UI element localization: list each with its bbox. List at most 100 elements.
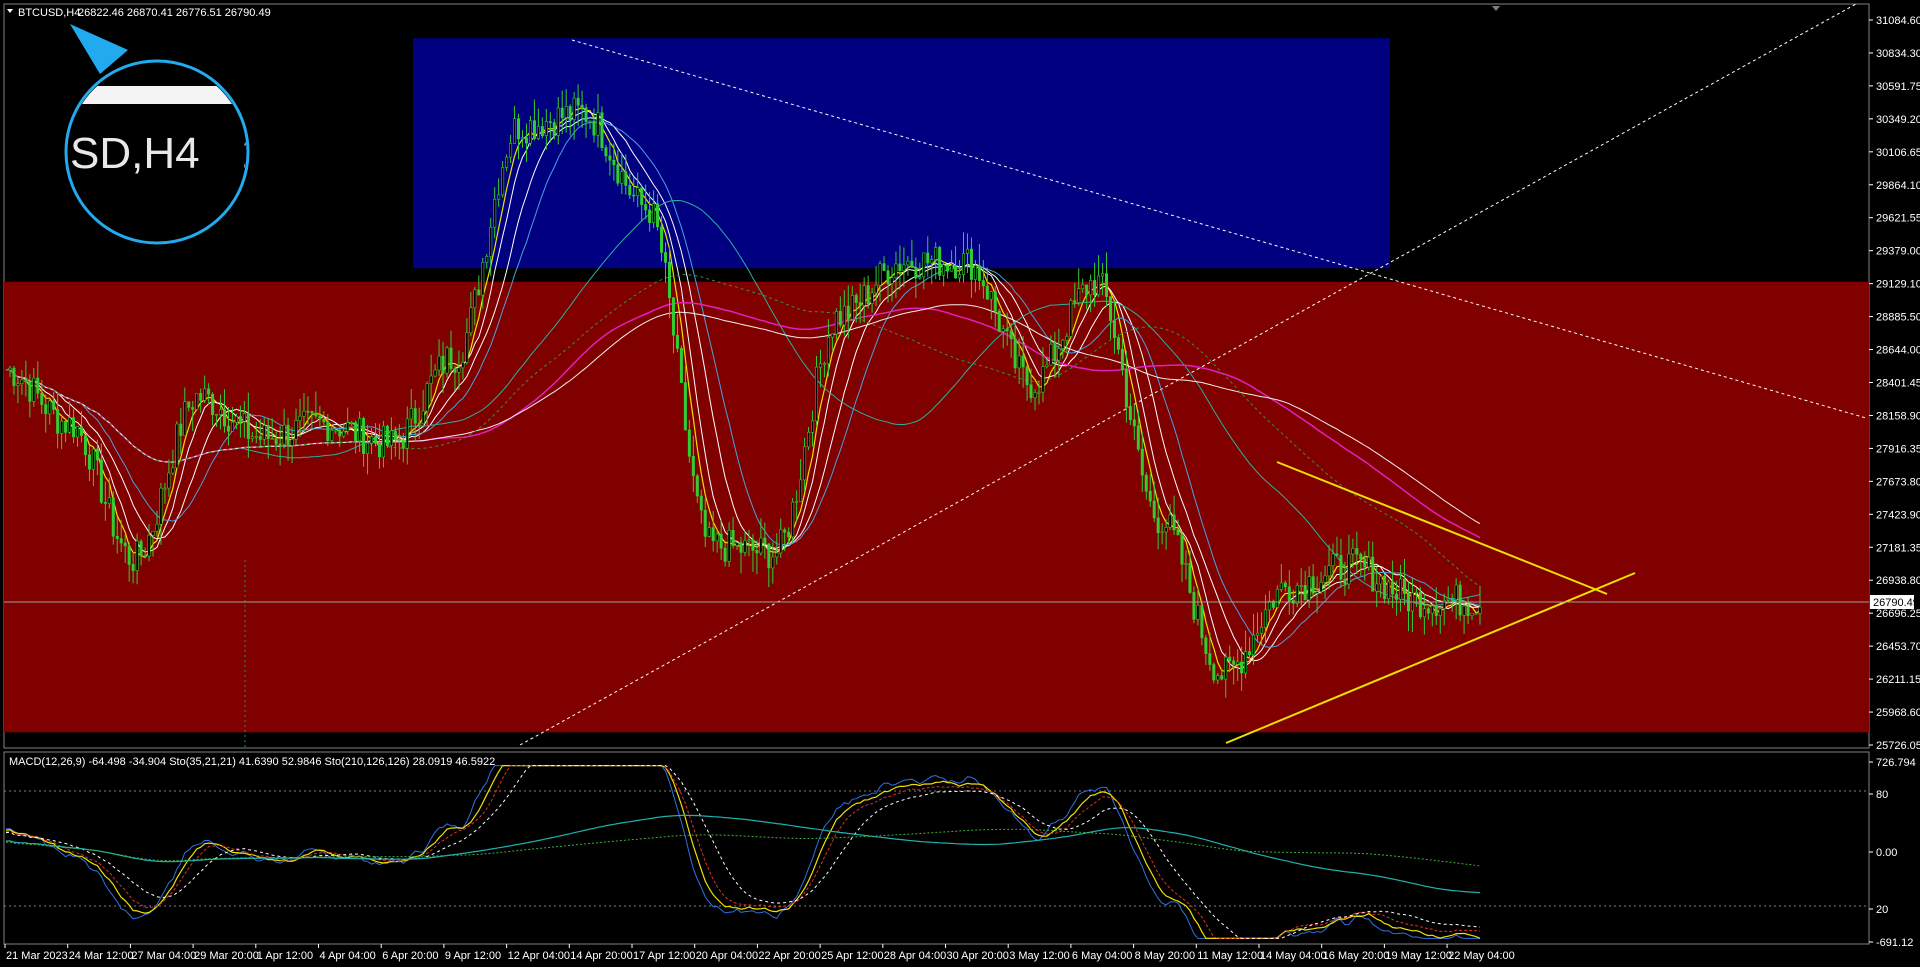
candle-body <box>1319 581 1323 593</box>
candle-body <box>453 368 457 373</box>
candle-body <box>1355 548 1359 555</box>
candle-body <box>1188 562 1192 593</box>
candle-body <box>914 267 918 279</box>
candle-body <box>735 542 739 546</box>
ohlc-values: 26822.46 26870.41 26776.51 26790.49 <box>78 7 271 19</box>
price-tick-label: 29621.55 <box>1876 213 1920 225</box>
time-tick-label: 30 Apr 20:00 <box>947 950 1009 962</box>
candle-body <box>115 535 119 539</box>
candle-body <box>608 155 612 161</box>
candle-body <box>99 459 103 503</box>
candle-body <box>652 203 656 223</box>
candle-body <box>123 542 127 547</box>
candle-body <box>811 420 815 433</box>
candle-body <box>767 543 771 569</box>
candle-body <box>1216 675 1220 681</box>
candle-body <box>95 448 99 461</box>
price-tick-label: 28885.50 <box>1876 312 1920 324</box>
candle-body <box>28 381 32 402</box>
candle-body <box>747 539 751 542</box>
candle-body <box>465 332 469 363</box>
candle-body <box>302 410 306 417</box>
candle-body <box>1045 364 1049 367</box>
time-tick-label: 14 Apr 20:00 <box>570 950 632 962</box>
candle-body <box>1470 613 1474 616</box>
candle-body <box>183 401 187 436</box>
candle-body <box>44 404 48 415</box>
candle-body <box>517 118 521 140</box>
candle-body <box>858 302 862 306</box>
candle-body <box>119 538 123 544</box>
candle-body <box>985 285 989 300</box>
supply-zone-rectangle[interactable] <box>413 38 1390 269</box>
candle-body <box>187 401 191 408</box>
candle-body <box>1176 529 1180 536</box>
candle-body <box>270 438 274 440</box>
candle-body <box>997 310 1001 332</box>
price-tick-label: 26696.25 <box>1876 608 1920 620</box>
demand-zone-rectangle[interactable] <box>4 281 1869 733</box>
candle-body <box>1359 553 1363 560</box>
candle-body <box>520 137 524 140</box>
candle-body <box>234 416 238 423</box>
candle-body <box>1259 627 1263 634</box>
candle-body <box>441 355 445 374</box>
candle-body <box>1212 664 1216 681</box>
candle-body <box>1279 582 1283 590</box>
candle-body <box>1343 578 1347 585</box>
candle-body <box>1013 338 1017 369</box>
candle-body <box>739 542 743 553</box>
candle-body <box>1383 575 1387 600</box>
candle-body <box>588 120 592 123</box>
candle-body <box>350 422 354 424</box>
candle-body <box>1001 328 1005 332</box>
time-tick-label: 28 Apr 04:00 <box>884 950 946 962</box>
candle-body <box>1303 585 1307 601</box>
macd-tick-label: 0.00 <box>1876 847 1897 859</box>
candle-body <box>1263 609 1267 628</box>
candle-body <box>24 379 28 383</box>
candle-body <box>942 264 946 276</box>
time-tick-label: 17 Apr 12:00 <box>633 950 695 962</box>
candle-body <box>397 439 401 441</box>
candle-body <box>445 347 449 374</box>
chart-window: 31084.60 30834.30 30591.75 30349.20 30106.65… <box>3 3 1920 962</box>
candle-body <box>1132 419 1136 427</box>
candle-body <box>230 421 234 432</box>
candle-body <box>76 426 80 438</box>
candle-body <box>532 120 536 139</box>
candle-body <box>1375 583 1379 592</box>
time-tick-label: 6 May 04:00 <box>1072 950 1133 962</box>
candle-body <box>1049 344 1053 366</box>
candle-body <box>437 355 441 371</box>
candle-body <box>457 367 461 373</box>
candle-body <box>310 411 314 414</box>
candle-body <box>600 112 604 148</box>
candle-body <box>1307 576 1311 601</box>
candle-body <box>207 388 211 395</box>
candle-body <box>493 198 497 228</box>
candle-body <box>1101 273 1105 277</box>
candle-body <box>1065 336 1069 341</box>
candle-body <box>548 121 552 123</box>
time-tick-label: 20 Apr 04:00 <box>696 950 758 962</box>
candle-body <box>1089 280 1093 296</box>
candle-body <box>910 260 914 268</box>
candle-body <box>675 334 679 349</box>
candle-body <box>540 126 544 137</box>
candle-body <box>1053 344 1057 361</box>
candle-body <box>965 248 969 254</box>
candle-body <box>679 348 683 383</box>
candle-body <box>898 263 902 271</box>
candle-body <box>902 264 906 271</box>
candle-body <box>318 415 322 420</box>
candle-body <box>1224 656 1228 680</box>
macd-tick-label: 20 <box>1876 904 1888 916</box>
candle-body <box>1256 632 1260 636</box>
candle-body <box>258 436 262 440</box>
time-tick-label: 25 Apr 12:00 <box>821 950 883 962</box>
candle-body <box>711 527 715 542</box>
time-tick-label: 9 Apr 12:00 <box>445 950 501 962</box>
candle-body <box>79 426 83 436</box>
candle-body <box>1220 675 1224 680</box>
